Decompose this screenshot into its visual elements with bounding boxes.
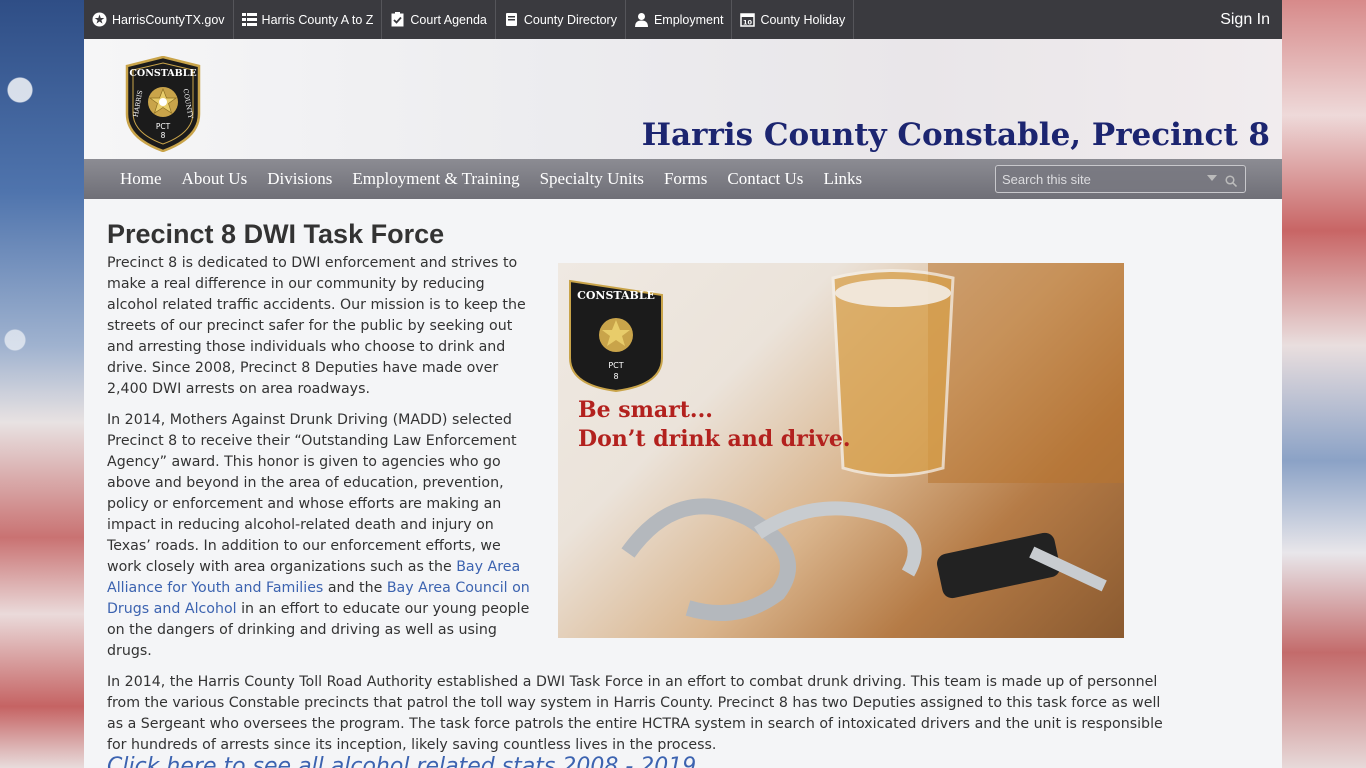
nav-item-about-us[interactable]: About Us	[182, 169, 248, 189]
search-input[interactable]	[996, 166, 1196, 192]
nav-item-contact-us[interactable]: Contact Us	[727, 169, 803, 189]
paragraph-text: In 2014, Mothers Against Drunk Driving (…	[107, 412, 517, 575]
constable-badge-logo[interactable]: CONSTABLE PCT 8 HARRIS COUNTY	[124, 55, 202, 153]
photo-slogan: Be smart... Don’t drink and drive.	[578, 396, 851, 454]
flag-background-left	[0, 0, 84, 768]
slogan-line-1: Be smart...	[578, 397, 713, 423]
sign-in-link[interactable]: Sign In	[1220, 0, 1282, 39]
site-title[interactable]: Harris County Constable, Precinct 8	[642, 117, 1270, 153]
topbar-link-court-agenda[interactable]: Court Agenda	[382, 0, 496, 39]
dwi-awareness-image: CONSTABLE PCT 8 Be smart... Don’t drink …	[558, 263, 1124, 638]
nav-item-links[interactable]: Links	[823, 169, 862, 189]
nav-item-forms[interactable]: Forms	[664, 169, 707, 189]
flag-background-right	[1282, 0, 1366, 768]
paragraph-text: and the	[323, 580, 387, 596]
topbar-link-employment[interactable]: Employment	[626, 0, 733, 39]
svg-text:10: 10	[743, 19, 753, 27]
topbar-label: Harris County A to Z	[261, 12, 374, 27]
badge-text-number: 8	[161, 131, 166, 140]
search-scope-dropdown-icon[interactable]	[1207, 175, 1217, 181]
topbar-link-a-to-z[interactable]: Harris County A to Z	[234, 0, 383, 39]
clipboard-check-icon	[390, 12, 405, 27]
county-top-bar: HarrisCountyTX.gov Harris County A to Z …	[84, 0, 1282, 39]
main-content: Precinct 8 DWI Task Force CONSTABLE PCT …	[84, 199, 1282, 768]
photo-badge-text: CONSTABLE	[577, 289, 655, 302]
stats-link[interactable]: Click here to see all alcohol related st…	[107, 754, 696, 768]
main-navigation: Home About Us Divisions Employment & Tra…	[84, 159, 1282, 199]
topbar-label: County Holiday	[760, 12, 846, 27]
topbar-label: Employment	[653, 12, 724, 27]
paragraph-task-force: In 2014, the Harris County Toll Road Aut…	[107, 674, 1163, 753]
topbar-label: Court Agenda	[410, 12, 487, 27]
star-circle-icon	[92, 12, 107, 27]
article-body: CONSTABLE PCT 8 Be smart... Don’t drink …	[107, 253, 1167, 766]
topbar-link-harriscountytx[interactable]: HarrisCountyTX.gov	[84, 0, 234, 39]
site-search-box	[995, 165, 1246, 193]
calendar-icon: 10	[740, 12, 756, 27]
user-icon	[634, 12, 649, 27]
badge-text-pct: PCT	[156, 122, 171, 131]
book-icon	[504, 12, 519, 27]
page-title: Precinct 8 DWI Task Force	[107, 219, 445, 249]
topbar-label: County Directory	[523, 12, 617, 27]
photo-badge-number: 8	[613, 372, 618, 381]
photo-badge-pct: PCT	[608, 361, 623, 370]
topbar-link-county-holiday[interactable]: 10 County Holiday	[732, 0, 855, 39]
site-header: CONSTABLE PCT 8 HARRIS COUNTY Harris Cou…	[84, 39, 1282, 159]
nav-item-specialty-units[interactable]: Specialty Units	[540, 169, 644, 189]
badge-text-constable: CONSTABLE	[129, 68, 196, 79]
topbar-label: HarrisCountyTX.gov	[112, 12, 225, 27]
nav-item-employment-training[interactable]: Employment & Training	[352, 169, 519, 189]
nav-item-divisions[interactable]: Divisions	[267, 169, 332, 189]
slogan-line-2: Don’t drink and drive.	[578, 426, 851, 452]
list-icon	[241, 12, 257, 27]
nav-item-home[interactable]: Home	[120, 169, 162, 189]
search-icon[interactable]	[1225, 172, 1238, 188]
topbar-link-county-directory[interactable]: County Directory	[496, 0, 626, 39]
